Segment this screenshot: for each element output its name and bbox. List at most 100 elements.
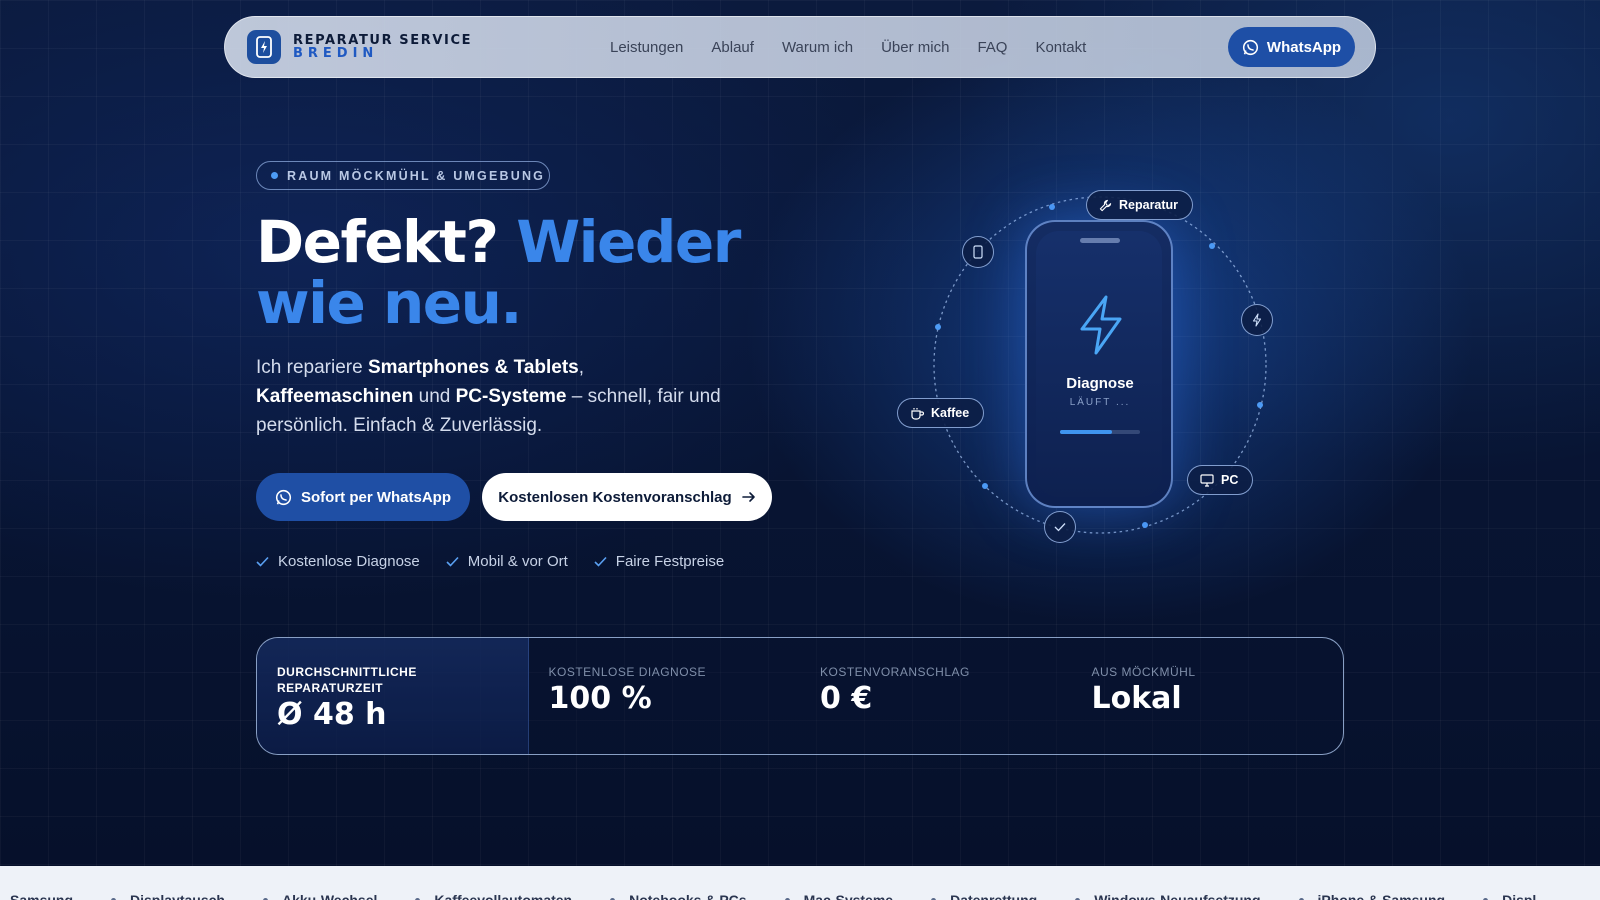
marquee-item: Windows-Neuaufsetzung	[1037, 892, 1261, 900]
diagnosis-progress-bar	[1060, 430, 1140, 434]
marquee-item: Samsung	[10, 892, 73, 900]
smartphone-ring-icon	[962, 236, 994, 268]
lead-bold-pc: PC-Systeme	[455, 386, 567, 407]
marquee-label: Samsung	[10, 892, 74, 900]
whatsapp-cta-label: Sofort per WhatsApp	[301, 488, 451, 506]
lead-bold-kaffee: Kaffeemaschinen	[256, 386, 414, 407]
check-ring-icon	[1044, 511, 1076, 543]
orbit-ring	[933, 196, 1267, 534]
stat-label: KOSTENVORANSCHLAG	[820, 665, 970, 679]
phone-illustration: Diagnose LÄUFT ...	[1025, 220, 1173, 508]
check-label: Faire Festpreise	[615, 553, 725, 570]
check-icon	[594, 556, 607, 567]
check-icon	[446, 556, 459, 567]
marquee-item: Displ	[1445, 892, 1536, 900]
check-icon	[256, 556, 269, 567]
marquee-label: iPhone & Samsung	[1317, 892, 1446, 900]
marquee-label: Displ	[1502, 892, 1537, 900]
quote-cta-button[interactable]: Kostenlosen Kostenvoranschlag	[482, 473, 772, 521]
chip-kaffee: Kaffee	[897, 398, 985, 428]
diagnosis-progress-fill	[1060, 430, 1112, 434]
lead-text-1: Ich repariere	[256, 357, 368, 378]
brand-subname: BREDIN	[293, 46, 379, 61]
stats-bar: DURCHSCHNITTLICHE REPARATURZEIT Ø 48 h K…	[256, 637, 1344, 755]
quote-cta-label: Kostenlosen Kostenvoranschlag	[498, 488, 732, 506]
feature-checks: Kostenlose Diagnose Mobil & vor Ort Fair…	[256, 553, 724, 570]
stat-label: AUS MÖCKMÜHL	[1091, 665, 1196, 679]
check-item: Kostenlose Diagnose	[256, 553, 420, 570]
nav-link-warum-ich[interactable]: Warum ich	[782, 39, 853, 56]
hero-headline: Defekt? Wieder wie neu.	[256, 212, 741, 337]
stat-diagnosis: KOSTENLOSE DIAGNOSE 100 %	[529, 638, 801, 754]
stat-value: Lokal	[1091, 681, 1182, 716]
coffee-cup-icon	[911, 407, 924, 420]
headline-blue-2: wie neu.	[256, 269, 522, 337]
chip-pc-label: PC	[1221, 473, 1239, 487]
chip-pc: PC	[1187, 465, 1254, 495]
marquee-label: Datenrettung	[950, 892, 1038, 900]
wrench-icon	[1099, 199, 1112, 211]
whatsapp-nav-button[interactable]: WhatsApp	[1228, 27, 1355, 67]
services-marquee: Samsung Displaytausch Akku-Wechsel Kaffeevo…	[0, 866, 1600, 900]
nav-link-ablauf[interactable]: Ablauf	[711, 39, 754, 56]
stat-label: DURCHSCHNITTLICHE REPARATURZEIT	[277, 665, 417, 695]
marquee-item: Akku-Wechsel	[225, 892, 377, 900]
nav-link-kontakt[interactable]: Kontakt	[1035, 39, 1086, 56]
top-navbar: REPARATUR SERVICE BREDIN Leistungen Abla…	[224, 16, 1376, 78]
marquee-item: Notebooks & PCs	[572, 892, 747, 900]
phone-status: LÄUFT ...	[1069, 397, 1131, 408]
whatsapp-icon	[1242, 39, 1258, 55]
stat-value: Ø 48 h	[277, 697, 387, 732]
location-pill: RAUM MÖCKMÜHL & UMGEBUNG	[256, 161, 550, 190]
stat-local: AUS MÖCKMÜHL Lokal	[1072, 638, 1344, 754]
check-item: Faire Festpreise	[594, 553, 724, 570]
logo-icon[interactable]	[247, 30, 281, 64]
pill-dot-icon	[271, 172, 278, 179]
phone-screen	[1036, 231, 1162, 497]
hero-lead: Ich repariere Smartphones & Tablets, Kaf…	[256, 353, 746, 440]
stat-value: 100 %	[548, 681, 652, 716]
marquee-track: Samsung Displaytausch Akku-Wechsel Kaffeevo…	[10, 892, 1536, 900]
marquee-label: Akku-Wechsel	[281, 892, 378, 900]
lead-bold-smartphones: Smartphones & Tablets	[367, 357, 579, 378]
phone-notch	[1080, 238, 1120, 243]
nav-link-faq[interactable]: FAQ	[977, 39, 1007, 56]
marquee-label: Displaytausch	[130, 892, 225, 900]
headline-blue-1: Wieder	[516, 208, 741, 276]
location-pill-text: RAUM MÖCKMÜHL & UMGEBUNG	[287, 168, 546, 183]
phone-title: Diagnose	[1066, 375, 1134, 392]
stat-label: KOSTENLOSE DIAGNOSE	[548, 665, 707, 679]
check-label: Mobil & vor Ort	[467, 553, 568, 570]
marquee-item: Mac-Systeme	[747, 892, 894, 900]
whatsapp-icon	[275, 489, 292, 505]
bolt-ring-icon	[1241, 304, 1273, 336]
check-label: Kostenlose Diagnose	[278, 553, 420, 570]
marquee-item: iPhone & Samsung	[1261, 892, 1446, 900]
marquee-label: Kaffeevollautomaten	[434, 892, 573, 900]
check-item: Mobil & vor Ort	[446, 553, 568, 570]
chip-reparatur: Reparatur	[1086, 190, 1194, 220]
marquee-label: Windows-Neuaufsetzung	[1094, 892, 1261, 900]
stat-repair-time: DURCHSCHNITTLICHE REPARATURZEIT Ø 48 h	[257, 638, 529, 754]
headline-white: Defekt?	[256, 208, 499, 276]
monitor-icon	[1200, 473, 1214, 487]
nav-link-ueber-mich[interactable]: Über mich	[881, 39, 949, 56]
marquee-label: Mac-Systeme	[803, 892, 894, 900]
marquee-item: Displaytausch	[73, 892, 225, 900]
chip-reparatur-label: Reparatur	[1119, 198, 1179, 212]
lead-text-3: und	[413, 386, 456, 407]
stat-value: 0 €	[820, 681, 873, 716]
marquee-item: Datenrettung	[893, 892, 1037, 900]
nav-link-leistungen[interactable]: Leistungen	[610, 39, 683, 56]
nav-links: Leistungen Ablauf Warum ich Über mich FA…	[610, 17, 1114, 77]
lead-text-2: ,	[578, 357, 585, 378]
whatsapp-nav-label: WhatsApp	[1266, 38, 1342, 56]
lightning-icon	[1080, 295, 1122, 355]
stat-quote: KOSTENVORANSCHLAG 0 €	[800, 638, 1072, 754]
arrow-right-icon	[741, 492, 755, 502]
brand-logo[interactable]: REPARATUR SERVICE BREDIN	[293, 34, 472, 60]
marquee-label: Notebooks & PCs	[629, 892, 747, 900]
marquee-item: Kaffeevollautomaten	[377, 892, 572, 900]
whatsapp-cta-button[interactable]: Sofort per WhatsApp	[256, 473, 470, 521]
chip-kaffee-label: Kaffee	[931, 406, 970, 420]
